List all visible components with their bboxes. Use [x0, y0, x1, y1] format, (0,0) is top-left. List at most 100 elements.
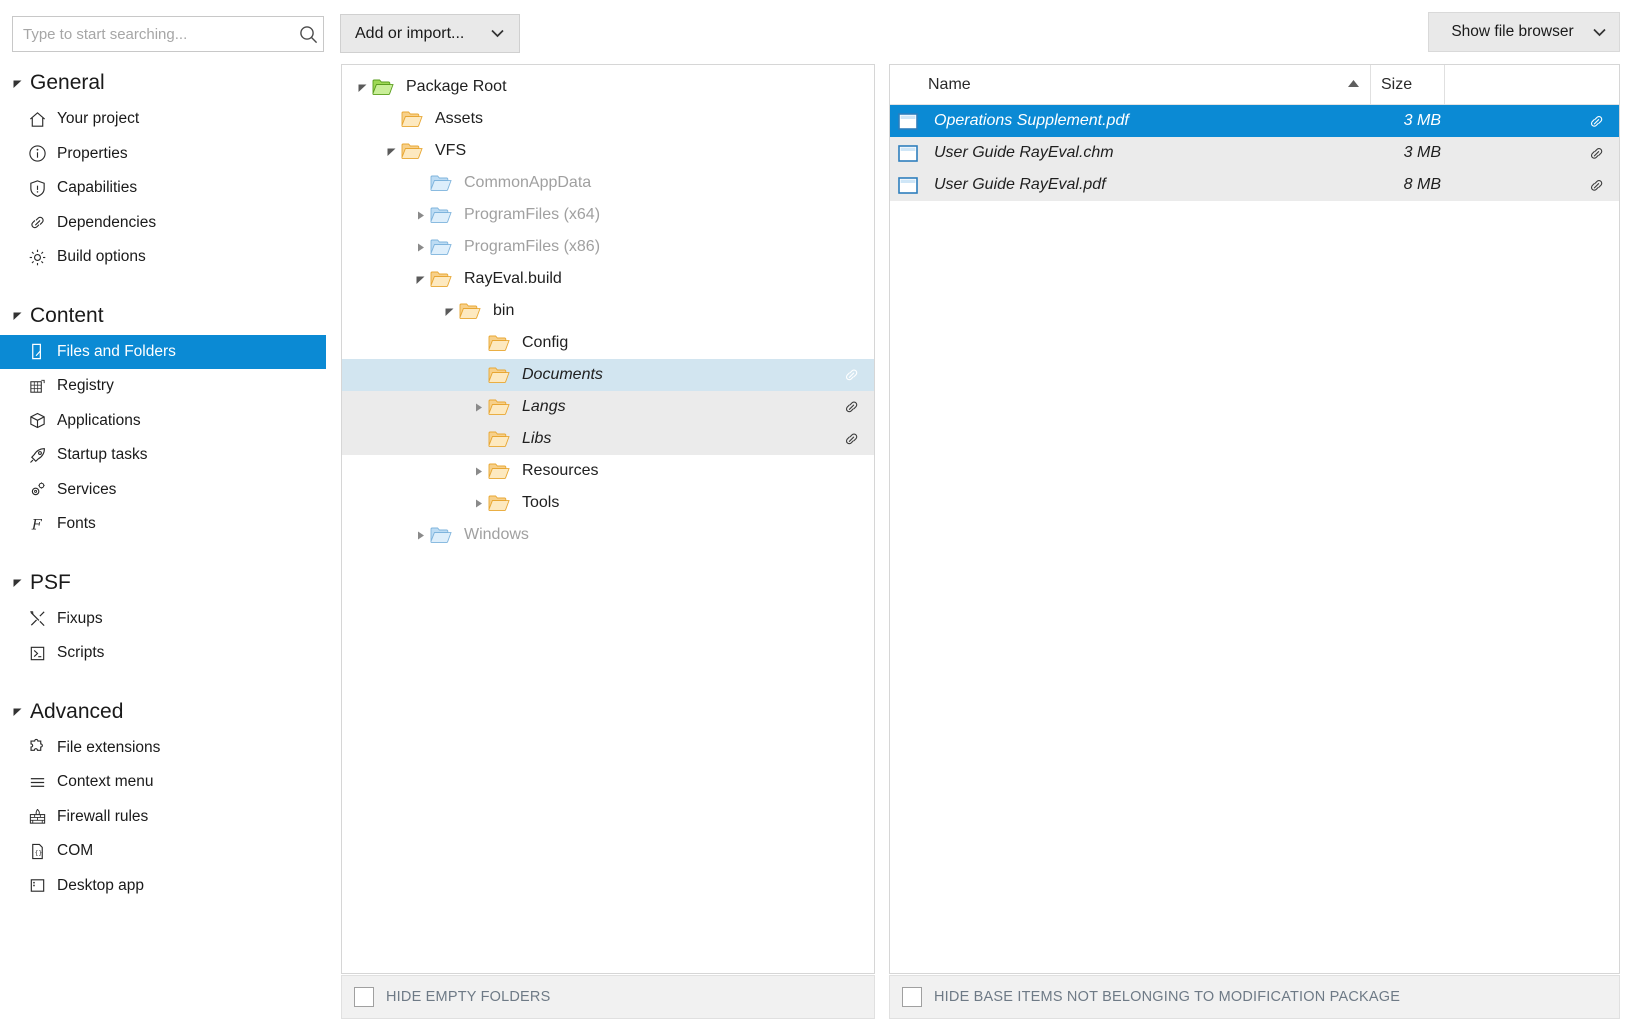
tree-node[interactable]: bin	[342, 295, 874, 327]
sidebar-item-label: Applications	[54, 412, 141, 430]
sidebar-item-context-menu[interactable]: Context menu	[0, 765, 326, 800]
hide-base-items-checkbox[interactable]	[902, 987, 922, 1007]
triangle-right-icon[interactable]	[410, 242, 430, 253]
tree-node-label: ProgramFiles (x64)	[456, 206, 600, 224]
info-circle-icon	[28, 143, 54, 165]
triangle-right-icon[interactable]	[410, 530, 430, 541]
sidebar-item-build-options[interactable]: Build options	[0, 240, 326, 275]
tree-node[interactable]: Documents	[342, 359, 874, 391]
sidebar-item-label: Dependencies	[54, 214, 156, 232]
tree-node[interactable]: Assets	[342, 103, 874, 135]
folder-blue-icon	[430, 174, 456, 192]
sidebar-item-registry[interactable]: Registry	[0, 369, 326, 404]
tree-node[interactable]: RayEval.build	[342, 263, 874, 295]
sidebar-item-firewall-rules[interactable]: Firewall rules	[0, 800, 326, 835]
tree-node[interactable]: Langs	[342, 391, 874, 423]
triangle-right-icon[interactable]	[468, 466, 488, 477]
sidebar-item-applications[interactable]: Applications	[0, 404, 326, 439]
show-file-browser-button[interactable]: Show file browser	[1428, 12, 1620, 52]
triangle-down-icon[interactable]	[381, 146, 401, 157]
sidebar-item-label: Registry	[54, 377, 114, 395]
column-header-name[interactable]: Name	[890, 65, 1371, 105]
tree-node[interactable]: VFS	[342, 135, 874, 167]
tree-node[interactable]: Windows	[342, 519, 874, 551]
sidebar-item-label: Build options	[54, 248, 146, 266]
sidebar-item-capabilities[interactable]: Capabilities	[0, 171, 326, 206]
sidebar-group-advanced[interactable]: Advanced	[0, 693, 326, 731]
sidebar-item-label: Properties	[54, 145, 128, 163]
file-list-row[interactable]: Operations Supplement.pdf3 MB	[890, 105, 1619, 137]
triangle-down-icon	[6, 310, 28, 321]
tree-node[interactable]: CommonAppData	[342, 167, 874, 199]
triangle-down-icon[interactable]	[352, 82, 372, 93]
file-list-panel[interactable]: Name Size Operations Supplement.pdf3 MBU…	[889, 64, 1620, 974]
add-or-import-button[interactable]: Add or import...	[340, 14, 520, 53]
sidebar-item-fonts[interactable]: F Fonts	[0, 507, 326, 542]
tree-node[interactable]: ProgramFiles (x64)	[342, 199, 874, 231]
search-input[interactable]	[13, 26, 293, 43]
link-icon[interactable]	[843, 431, 860, 448]
tree-node[interactable]: Config	[342, 327, 874, 359]
column-header-name-label: Name	[928, 76, 971, 94]
triangle-right-icon[interactable]	[468, 402, 488, 413]
link-icon[interactable]	[1445, 145, 1619, 162]
rocket-icon	[28, 444, 54, 466]
file-size-label: 8 MB	[1371, 176, 1445, 194]
sidebar-item-fixups[interactable]: Fixups	[0, 602, 326, 637]
sidebar-item-label: Your project	[54, 110, 139, 128]
svg-text:F: F	[31, 517, 43, 533]
tree-node[interactable]: Tools	[342, 487, 874, 519]
sidebar: General Your project Properties Capabili…	[0, 64, 326, 1028]
tree-node-label: Resources	[514, 462, 598, 480]
search-box[interactable]	[12, 16, 324, 52]
column-header-size[interactable]: Size	[1371, 65, 1445, 105]
file-name-cell: User Guide RayEval.chm	[890, 144, 1371, 162]
file-list-row[interactable]: User Guide RayEval.chm3 MB	[890, 137, 1619, 169]
desktop-app-icon	[28, 875, 54, 897]
link-icon[interactable]	[1445, 177, 1619, 194]
home-icon	[28, 108, 54, 130]
sidebar-item-label: Fixups	[54, 610, 103, 628]
tree-node[interactable]: Package Root	[342, 71, 874, 103]
sidebar-item-your-project[interactable]: Your project	[0, 102, 326, 137]
chevron-down-icon	[1592, 25, 1607, 40]
tree-node-label: Windows	[456, 526, 529, 544]
folder-blue-icon	[430, 206, 456, 224]
link-icon[interactable]	[843, 399, 860, 416]
sidebar-item-com[interactable]: {} COM	[0, 834, 326, 869]
sort-ascending-icon	[1347, 79, 1360, 91]
sidebar-group-content[interactable]: Content	[0, 297, 326, 335]
link-icon[interactable]	[1445, 113, 1619, 130]
tree-node[interactable]: Resources	[342, 455, 874, 487]
sidebar-item-startup-tasks[interactable]: Startup tasks	[0, 438, 326, 473]
triangle-down-icon[interactable]	[439, 306, 459, 317]
folder-page-icon	[28, 341, 54, 363]
sidebar-item-properties[interactable]: Properties	[0, 137, 326, 172]
folder-tree-panel[interactable]: Package RootAssetsVFSCommonAppData Progra…	[341, 64, 875, 974]
search-icon[interactable]	[293, 17, 323, 51]
hide-empty-folders-checkbox[interactable]	[354, 987, 374, 1007]
sidebar-item-dependencies[interactable]: Dependencies	[0, 206, 326, 241]
sidebar-item-scripts[interactable]: Scripts	[0, 636, 326, 671]
triangle-right-icon[interactable]	[410, 210, 430, 221]
file-list-row[interactable]: User Guide RayEval.pdf8 MB	[890, 169, 1619, 201]
sidebar-group-general[interactable]: General	[0, 64, 326, 102]
sidebar-item-desktop-app[interactable]: Desktop app	[0, 869, 326, 904]
triangle-right-icon[interactable]	[468, 498, 488, 509]
hide-empty-folders-label: HIDE EMPTY FOLDERS	[386, 989, 550, 1005]
sidebar-item-label: Capabilities	[54, 179, 137, 197]
triangle-down-icon[interactable]	[410, 274, 430, 285]
sidebar-item-files-and-folders[interactable]: Files and Folders	[0, 335, 326, 370]
font-f-icon: F	[28, 513, 54, 535]
sidebar-group-label: Advanced	[28, 700, 123, 724]
tree-node[interactable]: ProgramFiles (x86)	[342, 231, 874, 263]
column-header-link[interactable]	[1445, 65, 1545, 105]
sidebar-group-psf[interactable]: PSF	[0, 564, 326, 602]
sidebar-item-file-extensions[interactable]: File extensions	[0, 731, 326, 766]
folder-yellow-icon	[430, 270, 456, 288]
link-icon	[28, 212, 54, 234]
link-icon[interactable]	[843, 367, 860, 384]
sidebar-item-services[interactable]: Services	[0, 473, 326, 508]
file-list-footer-bar: HIDE BASE ITEMS NOT BELONGING TO MODIFIC…	[889, 975, 1620, 1019]
tree-node[interactable]: Libs	[342, 423, 874, 455]
